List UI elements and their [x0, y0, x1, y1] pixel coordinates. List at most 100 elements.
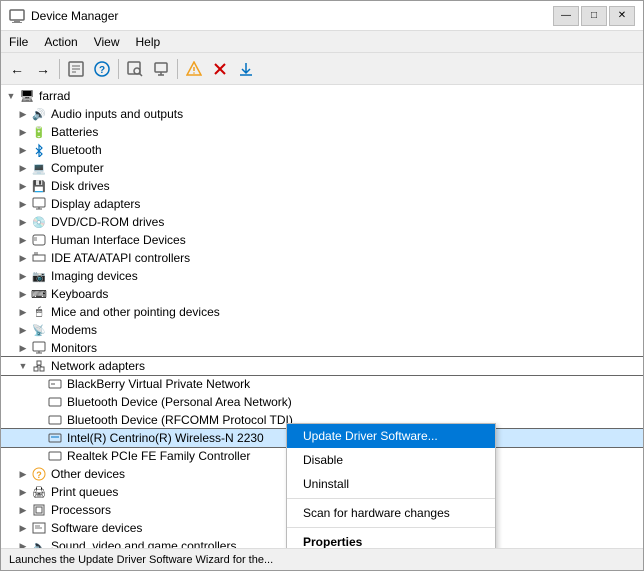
ctx-uninstall[interactable]: Uninstall — [287, 472, 495, 496]
tree-item-mice[interactable]: ▶ Mice and other pointing devices — [1, 303, 643, 321]
modems-label: Modems — [51, 323, 97, 337]
modems-expand-icon: ▶ — [17, 324, 29, 336]
forward-button[interactable] — [31, 57, 55, 81]
mice-expand-icon: ▶ — [17, 306, 29, 318]
menu-bar: File Action View Help — [1, 31, 643, 53]
tree-item-hid[interactable]: ▶ Human Interface Devices — [1, 231, 643, 249]
computer-expand-icon: ▶ — [17, 162, 29, 174]
tree-item-audio[interactable]: ▶ Audio inputs and outputs — [1, 105, 643, 123]
menu-help[interactable]: Help — [128, 33, 169, 51]
imaging-label: Imaging devices — [51, 269, 138, 283]
scan-icon — [127, 61, 143, 77]
disk-label: Disk drives — [51, 179, 110, 193]
monitors-label: Monitors — [51, 341, 97, 355]
imaging-icon — [31, 268, 47, 284]
close-button[interactable]: ✕ — [609, 6, 635, 26]
menu-action[interactable]: Action — [36, 33, 85, 51]
tree-item-network[interactable]: ▼ Network adapters — [1, 357, 643, 375]
mice-icon — [31, 304, 47, 320]
network-icon — [31, 358, 47, 374]
realtek-icon — [47, 448, 63, 464]
ide-label: IDE ATA/ATAPI controllers — [51, 251, 190, 265]
tree-item-modems[interactable]: ▶ Modems — [1, 321, 643, 339]
print-expand-icon: ▶ — [17, 486, 29, 498]
monitors-expand-icon: ▶ — [17, 342, 29, 354]
tree-item-disk[interactable]: ▶ Disk drives — [1, 177, 643, 195]
tree-root[interactable]: ▼ farrad — [1, 87, 643, 105]
bt-rfcomm-label: Bluetooth Device (RFCOMM Protocol TDI) — [67, 413, 293, 427]
remove-icon — [212, 61, 228, 77]
sound-expand-icon: ▶ — [17, 540, 29, 548]
menu-view[interactable]: View — [86, 33, 128, 51]
tree-item-computer[interactable]: ▶ Computer — [1, 159, 643, 177]
intel-label: Intel(R) Centrino(R) Wireless-N 2230 — [67, 431, 264, 445]
imaging-expand-icon: ▶ — [17, 270, 29, 282]
root-icon — [19, 88, 35, 104]
scan2-icon — [153, 61, 169, 77]
bt-rfcomm-icon — [47, 412, 63, 428]
tree-item-display[interactable]: ▶ Display adapters — [1, 195, 643, 213]
help-button[interactable]: ? — [90, 57, 114, 81]
other-label: Other devices — [51, 467, 125, 481]
software-expand-icon: ▶ — [17, 522, 29, 534]
network-expand-icon: ▼ — [17, 360, 29, 372]
forward-icon — [36, 61, 50, 77]
ctx-scan-hw[interactable]: Scan for hardware changes — [287, 501, 495, 525]
processors-expand-icon: ▶ — [17, 504, 29, 516]
scan2-button[interactable] — [149, 57, 173, 81]
tree-item-monitors[interactable]: ▶ Monitors — [1, 339, 643, 357]
download-button[interactable] — [234, 57, 258, 81]
display-expand-icon: ▶ — [17, 198, 29, 210]
batteries-expand-icon: ▶ — [17, 126, 29, 138]
device-tree[interactable]: ▼ farrad ▶ Audio inputs and outputs ▶ Ba… — [1, 85, 643, 548]
keyboards-label: Keyboards — [51, 287, 108, 301]
device-manager-window: Device Manager — □ ✕ File Action View He… — [0, 0, 644, 571]
ctx-properties[interactable]: Properties — [287, 530, 495, 548]
window-title: Device Manager — [31, 9, 553, 23]
blackberry-icon — [47, 376, 63, 392]
audio-icon — [31, 106, 47, 122]
warning-button[interactable] — [182, 57, 206, 81]
computer-icon — [31, 160, 47, 176]
batteries-label: Batteries — [51, 125, 98, 139]
dvd-label: DVD/CD-ROM drives — [51, 215, 164, 229]
properties-button[interactable] — [64, 57, 88, 81]
hid-expand-icon: ▶ — [17, 234, 29, 246]
svg-text:?: ? — [36, 470, 42, 480]
tree-item-bt-pan[interactable]: ▶ Bluetooth Device (Personal Area Networ… — [1, 393, 643, 411]
back-icon — [10, 61, 24, 77]
mice-label: Mice and other pointing devices — [51, 305, 220, 319]
status-bar: Launches the Update Driver Software Wiza… — [1, 548, 643, 570]
root-expand-icon: ▼ — [5, 90, 17, 102]
toolbar: ? — [1, 53, 643, 85]
app-icon — [9, 8, 25, 24]
ide-icon — [31, 250, 47, 266]
hid-label: Human Interface Devices — [51, 233, 186, 247]
toolbar-separator-3 — [177, 59, 178, 79]
ctx-separator-2 — [287, 527, 495, 528]
properties-icon — [68, 61, 84, 77]
bt-pan-icon — [47, 394, 63, 410]
tree-item-bluetooth[interactable]: ▶ Bluetooth — [1, 141, 643, 159]
bluetooth-label: Bluetooth — [51, 143, 102, 157]
tree-item-ide[interactable]: ▶ IDE ATA/ATAPI controllers — [1, 249, 643, 267]
menu-file[interactable]: File — [1, 33, 36, 51]
download-icon — [238, 61, 254, 77]
other-icon: ? — [31, 466, 47, 482]
hid-icon — [31, 232, 47, 248]
intel-icon — [47, 430, 63, 446]
minimize-button[interactable]: — — [553, 6, 579, 26]
disk-expand-icon: ▶ — [17, 180, 29, 192]
scan-button[interactable] — [123, 57, 147, 81]
ctx-disable[interactable]: Disable — [287, 448, 495, 472]
tree-item-dvd[interactable]: ▶ DVD/CD-ROM drives — [1, 213, 643, 231]
tree-item-blackberry[interactable]: ▶ BlackBerry Virtual Private Network — [1, 375, 643, 393]
tree-item-imaging[interactable]: ▶ Imaging devices — [1, 267, 643, 285]
tree-item-batteries[interactable]: ▶ Batteries — [1, 123, 643, 141]
maximize-button[interactable]: □ — [581, 6, 607, 26]
display-label: Display adapters — [51, 197, 140, 211]
back-button[interactable] — [5, 57, 29, 81]
tree-item-keyboards[interactable]: ▶ Keyboards — [1, 285, 643, 303]
remove-button[interactable] — [208, 57, 232, 81]
ctx-update-driver[interactable]: Update Driver Software... — [287, 424, 495, 448]
